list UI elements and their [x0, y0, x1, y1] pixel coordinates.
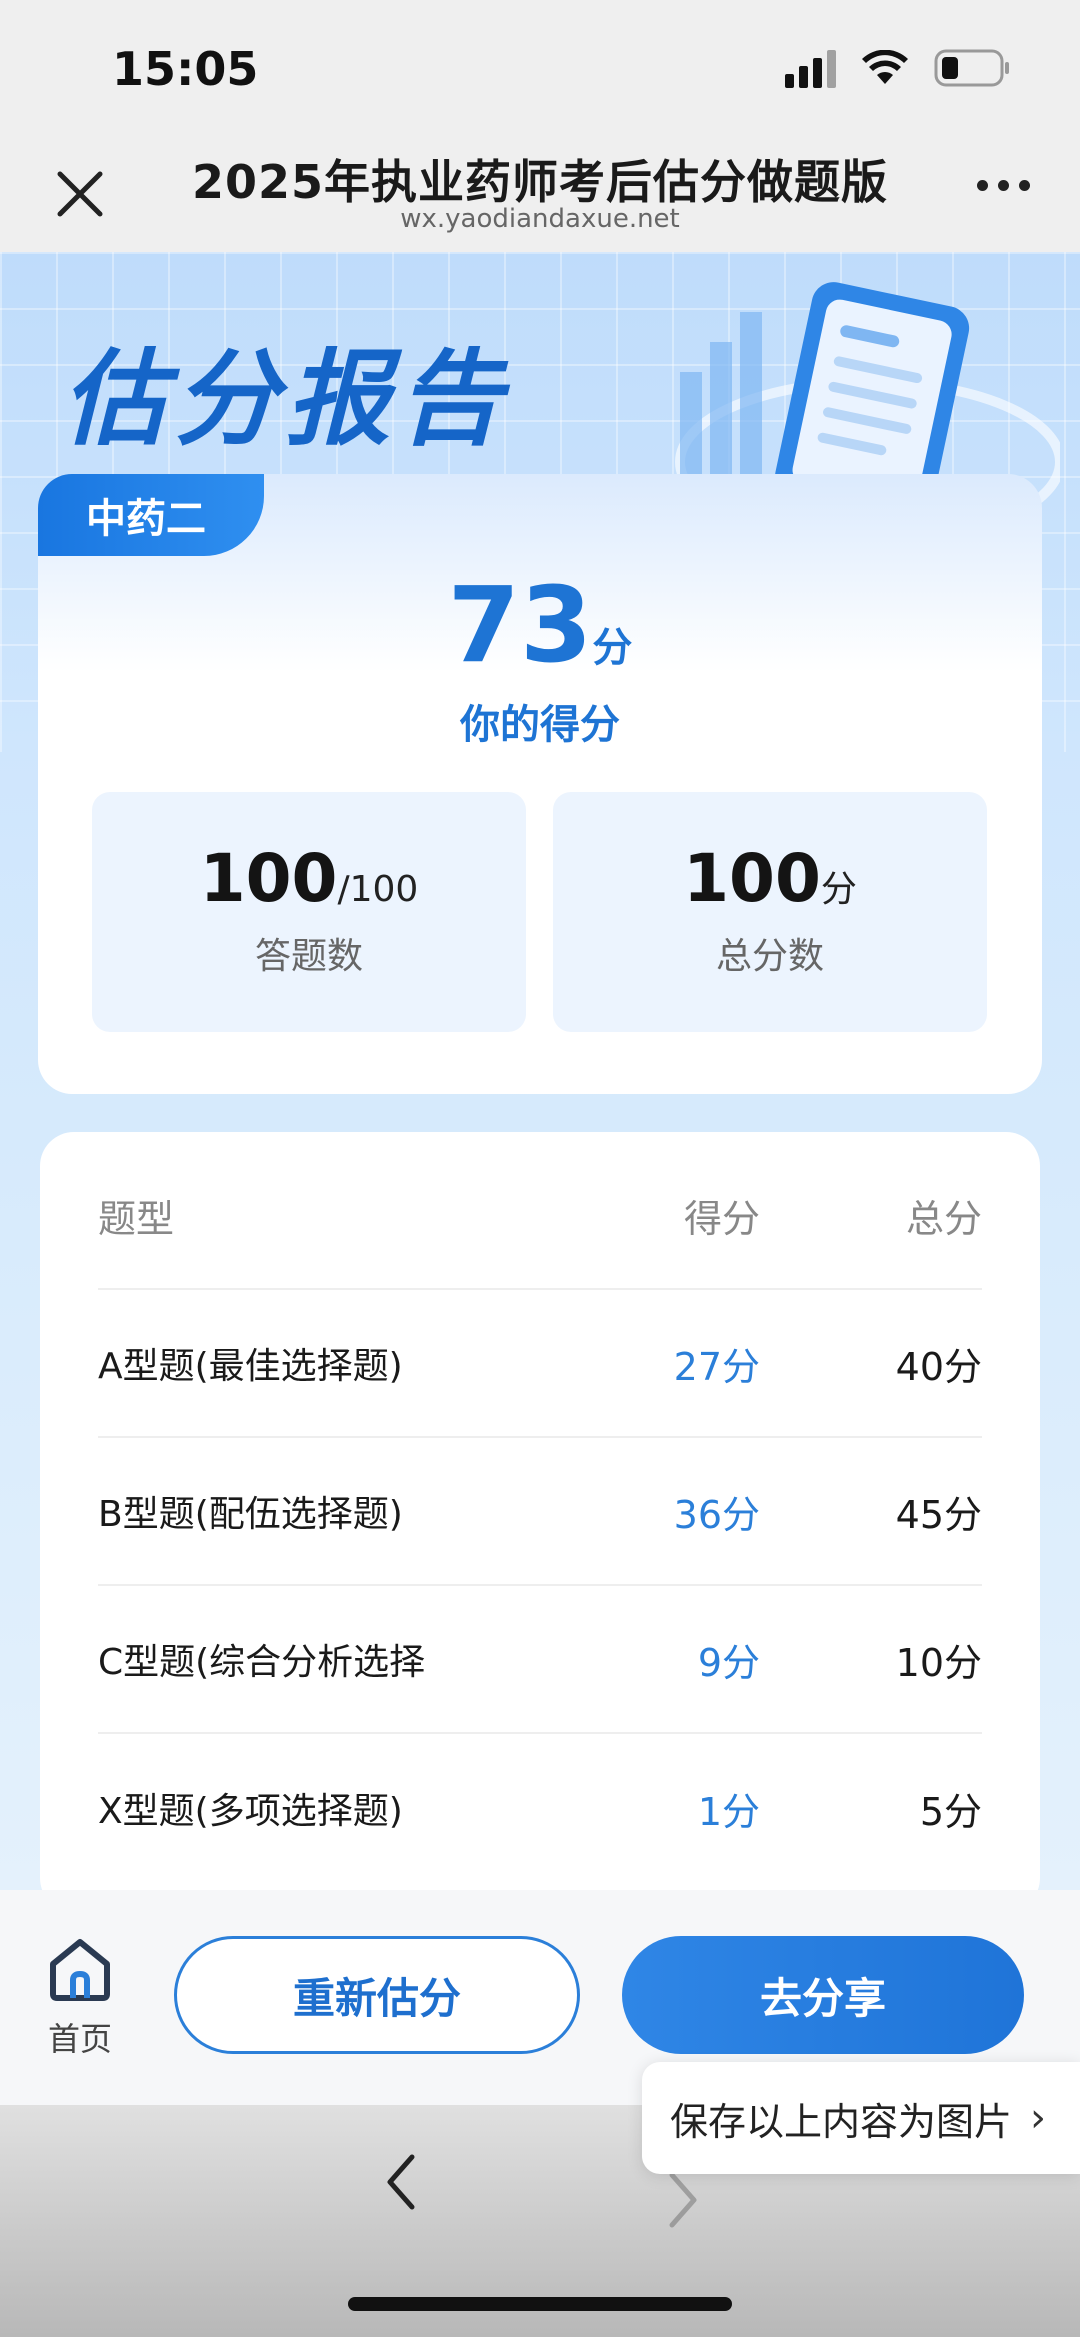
row-type: X型题(多项选择题) — [98, 1791, 403, 1832]
status-icons — [785, 48, 1010, 88]
table-header-row: 题型 得分 总分 — [98, 1142, 982, 1290]
score-unit: 分 — [592, 625, 633, 671]
row-type: B型题(配伍选择题) — [98, 1494, 403, 1535]
back-arrow-icon — [387, 2154, 415, 2210]
battery-icon — [934, 49, 1010, 87]
row-total: 10分 — [895, 1640, 982, 1685]
more-dot-icon — [1019, 180, 1030, 191]
status-bar: 15:05 — [0, 0, 1080, 140]
home-label: 首页 — [47, 2020, 112, 2058]
status-time: 15:05 — [112, 42, 259, 96]
header-total: 总分 — [905, 1196, 982, 1241]
score-display: 73分 — [38, 564, 1042, 686]
answered-suffix: /100 — [337, 869, 419, 910]
row-score: 9分 — [697, 1640, 760, 1685]
browser-nav-bar: 2025年执业药师考后估分做题版 wx.yaodiandaxue.net — [0, 140, 1080, 252]
answered-value: 100 — [199, 840, 338, 917]
forward-arrow-icon — [669, 2172, 697, 2228]
cellular-signal-icon — [785, 48, 836, 88]
total-value: 100 — [683, 840, 821, 917]
total-score: 100分 — [553, 840, 987, 917]
total-label: 总分数 — [715, 936, 824, 977]
answered-count: 100/100 — [92, 840, 526, 917]
home-indicator — [348, 2297, 732, 2311]
table-row: X型题(多项选择题) 1分 5分 — [98, 1734, 982, 1882]
browser-back-button[interactable] — [378, 2147, 424, 2221]
more-dot-icon — [977, 180, 988, 191]
row-score: 36分 — [673, 1492, 760, 1537]
chevron-right-icon: › — [1030, 2095, 1047, 2141]
score-label: 你的得分 — [460, 702, 620, 748]
home-icon — [50, 1939, 110, 2001]
row-total: 45分 — [895, 1492, 982, 1537]
score-breakdown-table: 题型 得分 总分 A型题(最佳选择题) 27分 40分 B型题(配伍选择题) 3… — [40, 1132, 1040, 1892]
page-title: 2025年执业药师考后估分做题版 — [191, 155, 889, 209]
row-score: 1分 — [697, 1789, 760, 1834]
save-tip-label: 保存以上内容为图片 — [670, 2099, 1013, 2144]
page-url: wx.yaodiandaxue.net — [400, 204, 680, 234]
more-options-button[interactable] — [977, 180, 1030, 191]
row-type: A型题(最佳选择题) — [98, 1346, 403, 1387]
row-score: 27分 — [673, 1344, 760, 1389]
home-button[interactable]: 首页 — [40, 1936, 120, 2060]
more-dot-icon — [998, 180, 1009, 191]
table-row: A型题(最佳选择题) 27分 40分 — [98, 1290, 982, 1438]
subject-tag: 中药二 — [38, 474, 264, 556]
score-card: 中药二 73分 你的得分 100/100 答题数 100分 总分数 — [38, 474, 1042, 1094]
browser-forward-button[interactable] — [660, 2165, 706, 2239]
answered-label: 答题数 — [254, 936, 363, 977]
total-score-box: 100分 总分数 — [553, 792, 987, 1032]
row-total: 40分 — [895, 1344, 982, 1389]
share-button[interactable]: 去分享 — [622, 1936, 1024, 2054]
wifi-icon — [862, 50, 908, 86]
report-content: 估分报告 中药二 73分 你的得分 100/100 答题数 100分 总分数 题… — [0, 252, 1080, 1892]
header-type: 题型 — [98, 1196, 175, 1241]
total-suffix: 分 — [820, 869, 857, 910]
score-value: 73 — [447, 564, 593, 686]
row-total: 5分 — [919, 1789, 982, 1834]
reestimate-button[interactable]: 重新估分 — [174, 1936, 580, 2054]
save-as-image-button[interactable]: 保存以上内容为图片 › — [642, 2062, 1080, 2174]
banner-title: 估分报告 — [62, 338, 511, 460]
table-row: B型题(配伍选择题) 36分 45分 — [98, 1438, 982, 1586]
row-type: C型题(综合分析选择 — [98, 1642, 426, 1683]
table-row: C型题(综合分析选择 9分 10分 — [98, 1586, 982, 1734]
answered-count-box: 100/100 答题数 — [92, 792, 526, 1032]
header-score: 得分 — [683, 1196, 760, 1241]
